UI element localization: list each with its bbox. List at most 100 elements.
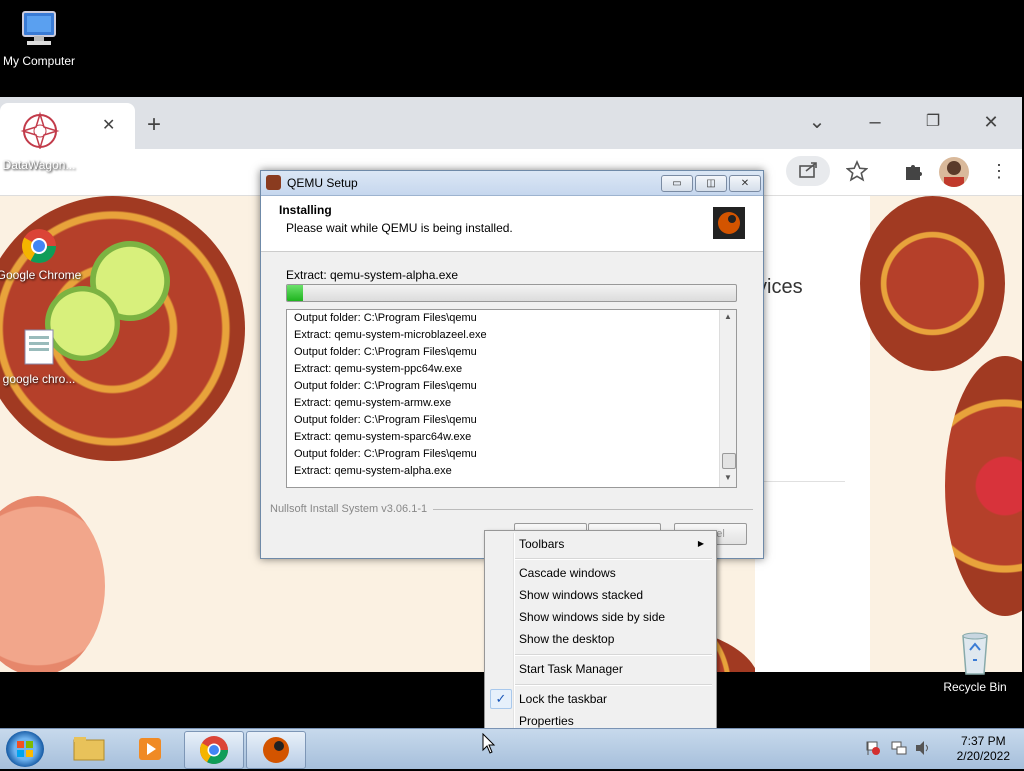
log-entry: Output folder: C:\Program Files\qemu [294, 312, 477, 324]
desktop-icon-label: Recycle Bin [943, 680, 1007, 694]
taskbar-context-menu: Toolbars ▶ Cascade windows Show windows … [484, 530, 717, 736]
progress-fill [287, 285, 303, 301]
taskbar-explorer[interactable] [60, 731, 118, 767]
bookmark-star-icon[interactable] [845, 160, 869, 185]
desktop-icon-google-chrome[interactable]: Google Chrome [0, 226, 84, 282]
menu-item-toolbars[interactable]: Toolbars ▶ [487, 533, 714, 555]
dialog-minimize-button[interactable]: ▭ [661, 175, 693, 192]
menu-item-label: Show windows side by side [519, 610, 666, 624]
menu-separator [515, 558, 712, 560]
qemu-setup-dialog: QEMU Setup ▭ ◫ ✕ Installing Please wait … [260, 170, 764, 559]
menu-item-label: Cascade windows [519, 566, 616, 580]
log-entry: Extract: qemu-system-sparc64w.exe [294, 431, 472, 443]
tab-close-icon[interactable]: ✕ [102, 115, 115, 135]
scroll-thumb[interactable] [722, 453, 736, 469]
taskbar-qemu-setup[interactable] [246, 731, 306, 769]
menu-item-show-desktop[interactable]: Show the desktop [487, 628, 714, 650]
content-card: vices [755, 196, 870, 672]
media-player-icon [139, 738, 161, 760]
branding-divider [433, 509, 753, 510]
close-button[interactable]: ✕ [976, 107, 1006, 137]
dialog-title: QEMU Setup [287, 176, 358, 190]
log-entry: Extract: qemu-system-alpha.exe [294, 465, 452, 477]
desktop-icon-google-chro[interactable]: google chro... [0, 326, 84, 386]
dialog-maximize-button[interactable]: ◫ [695, 175, 727, 192]
restore-button[interactable]: ❐ [918, 107, 948, 137]
qemu-icon [263, 737, 289, 763]
clock-time: 7:37 PM [960, 734, 1006, 748]
desktop-icon-label: DataWagon... [2, 158, 76, 172]
decorative-fruit [0, 496, 105, 672]
desktop-icon-my-computer[interactable]: My Computer [0, 8, 84, 68]
tab-search-chevron-icon[interactable]: ⌄ [802, 107, 832, 137]
share-icon[interactable] [786, 156, 830, 186]
menu-item-label: Start Task Manager [519, 662, 623, 676]
document-icon [17, 326, 61, 370]
menu-item-label: Show windows stacked [519, 588, 644, 602]
current-action-label: Extract: qemu-system-alpha.exe [286, 268, 459, 282]
profile-avatar[interactable] [939, 157, 969, 187]
menu-item-show-windows-side-by-side[interactable]: Show windows side by side [487, 606, 714, 628]
menu-item-label: Toolbars [519, 537, 565, 551]
log-entry: Extract: qemu-system-armw.exe [294, 397, 452, 409]
clock-date: 2/20/2022 [956, 749, 1010, 763]
install-log-list[interactable]: Output folder: C:\Program Files\qemu Extr… [286, 309, 737, 488]
checkmark-icon: ✓ [490, 689, 512, 709]
taskbar-chrome[interactable] [184, 731, 244, 769]
datawagon-icon [17, 112, 61, 156]
windows-logo-icon [17, 741, 33, 757]
start-button[interactable] [6, 731, 44, 767]
menu-separator [515, 654, 712, 656]
menu-item-show-windows-stacked[interactable]: Show windows stacked [487, 584, 714, 606]
volume-icon[interactable] [915, 740, 931, 756]
mouse-cursor-icon [482, 732, 496, 758]
cancel-button-label: el [716, 528, 725, 540]
menu-item-start-task-manager[interactable]: Start Task Manager [487, 658, 714, 680]
log-scrollbar[interactable]: ▲ ▼ [719, 310, 736, 487]
minimize-button[interactable]: – [860, 107, 890, 137]
menu-item-label: Lock the taskbar [519, 692, 608, 706]
taskbar: 7:37 PM 2/20/2022 [0, 728, 1024, 769]
log-entry: Extract: qemu-system-microblazeel.exe [294, 329, 487, 341]
recycle-bin-icon [955, 630, 995, 678]
header-subtitle: Please wait while QEMU is being installe… [286, 221, 513, 235]
desktop-icon-label: My Computer [2, 54, 76, 68]
menu-item-lock-taskbar[interactable]: ✓ Lock the taskbar [487, 688, 714, 710]
header-title: Installing [279, 203, 332, 217]
scroll-up-arrow-icon[interactable]: ▲ [724, 312, 732, 321]
log-entry: Output folder: C:\Program Files\qemu [294, 346, 477, 358]
desktop-icon-recycle-bin[interactable]: Recycle Bin [930, 630, 1020, 694]
qemu-logo-icon [713, 207, 745, 239]
decorative-plate [860, 196, 1005, 371]
chrome-logo-icon [200, 736, 228, 764]
decorative-plate [945, 356, 1022, 616]
nsis-branding: Nullsoft Install System v3.06.1-1 [270, 503, 428, 515]
desktop-icon-label: Google Chrome [0, 268, 82, 282]
dialog-titlebar[interactable]: QEMU Setup ▭ ◫ ✕ [261, 171, 763, 196]
taskbar-media-player[interactable] [122, 731, 180, 767]
desktop-icon-datawagon[interactable]: DataWagon... [0, 112, 84, 172]
qemu-app-icon [266, 175, 281, 190]
action-center-flag-icon[interactable] [866, 741, 880, 755]
chrome-logo-icon [17, 226, 61, 266]
scroll-down-arrow-icon[interactable]: ▼ [724, 473, 732, 482]
chrome-menu-icon[interactable]: ⋮ [990, 161, 1008, 181]
menu-item-cascade-windows[interactable]: Cascade windows [487, 562, 714, 584]
system-clock[interactable]: 7:37 PM 2/20/2022 [957, 734, 1010, 764]
folder-icon [73, 737, 105, 761]
card-divider [755, 481, 845, 482]
dialog-close-button[interactable]: ✕ [729, 175, 761, 192]
desktop-icon-label: google chro... [2, 372, 76, 386]
menu-separator [515, 684, 712, 686]
submenu-arrow-icon: ▶ [697, 539, 704, 548]
network-icon[interactable] [891, 740, 907, 756]
tab-strip: ✕ + ⌄ – ❐ ✕ [0, 97, 1022, 151]
computer-icon [17, 8, 61, 52]
install-progress-bar [286, 284, 737, 302]
log-entry: Output folder: C:\Program Files\qemu [294, 448, 477, 460]
new-tab-button[interactable]: + [147, 111, 161, 139]
dialog-header: Installing Please wait while QEMU is bei… [261, 196, 763, 252]
extensions-icon[interactable] [902, 160, 924, 185]
log-entry: Output folder: C:\Program Files\qemu [294, 380, 477, 392]
menu-item-label: Show the desktop [519, 632, 615, 646]
